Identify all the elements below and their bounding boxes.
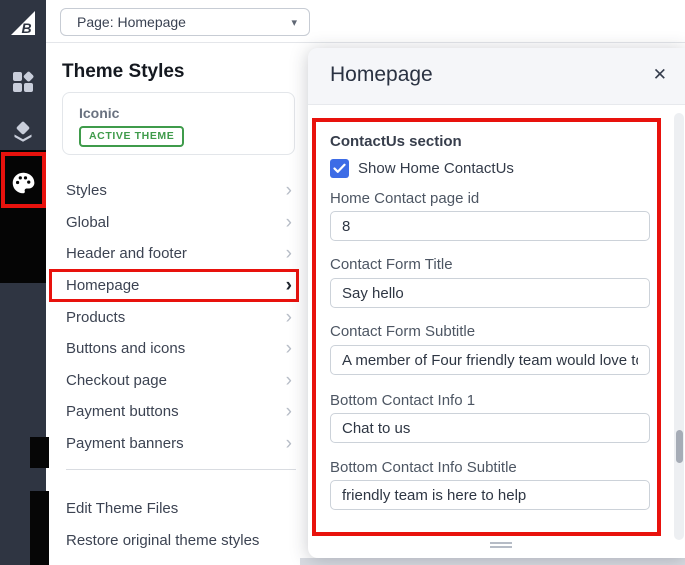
svg-text:B: B [21, 20, 31, 36]
chevron-right-icon: › [286, 402, 298, 421]
app-sidebar: B [0, 0, 46, 565]
field-label-bottom-contact-info-subtitle: Bottom Contact Info Subtitle [330, 459, 517, 476]
menu-item-payment-buttons[interactable]: Payment buttons› [66, 396, 298, 426]
palette-icon[interactable] [10, 170, 36, 196]
theme-name: Iconic [79, 105, 119, 121]
chevron-right-icon: › [286, 339, 298, 358]
background-sliver [30, 437, 49, 468]
page-selector-dropdown[interactable]: Page: Homepage ▾ [60, 8, 310, 36]
menu-item-payment-banners[interactable]: Payment banners› [66, 428, 298, 458]
active-theme-card: Iconic ACTIVE THEME [62, 92, 295, 155]
page-background-strip [300, 558, 685, 565]
field-label-contact-form-subtitle: Contact Form Subtitle [330, 323, 475, 340]
section-heading: ContactUs section [330, 133, 462, 150]
checkbox-label: Show Home ContactUs [358, 160, 514, 177]
chevron-right-icon: › [286, 434, 298, 453]
field-label-bottom-contact-info-1: Bottom Contact Info 1 [330, 392, 475, 409]
topbar: Page: Homepage ▾ [46, 0, 685, 43]
menu-item-buttons-icons[interactable]: Buttons and icons› [66, 333, 298, 363]
theme-editor-screen: B [0, 0, 685, 565]
caret-down-icon: ▾ [291, 16, 297, 29]
chevron-right-icon: › [286, 371, 298, 390]
theme-styles-panel: Theme Styles Iconic ACTIVE THEME Styles›… [46, 43, 310, 565]
layers-icon[interactable] [11, 120, 35, 144]
field-label-home-contact-page-id: Home Contact page id [330, 190, 479, 207]
scrollbar-thumb[interactable] [676, 430, 683, 463]
chevron-right-icon: › [286, 308, 298, 327]
homepage-settings-panel: Homepage ✕ ContactUs section Show Home C… [308, 48, 685, 558]
chevron-right-icon: › [286, 276, 298, 295]
bottom-contact-info-1-input[interactable] [330, 413, 650, 443]
contact-form-title-input[interactable] [330, 278, 650, 308]
field-label-contact-form-title: Contact Form Title [330, 256, 453, 273]
divider [66, 469, 296, 470]
scrollbar-track[interactable] [674, 113, 684, 540]
restore-theme-styles-link[interactable]: Restore original theme styles [66, 532, 259, 549]
panel-title: Homepage [330, 63, 433, 87]
bottom-contact-info-subtitle-input[interactable] [330, 480, 650, 510]
chevron-right-icon: › [286, 213, 298, 232]
edit-theme-files-link[interactable]: Edit Theme Files [66, 500, 178, 517]
menu-item-products[interactable]: Products› [66, 302, 298, 332]
home-contact-page-id-input[interactable] [330, 211, 650, 241]
panel-title: Theme Styles [62, 61, 185, 83]
contact-form-subtitle-input[interactable] [330, 345, 650, 375]
show-home-contactus-checkbox-row[interactable]: Show Home ContactUs [330, 159, 514, 178]
menu-item-checkout-page[interactable]: Checkout page› [66, 365, 298, 395]
menu-item-styles[interactable]: Styles› [66, 175, 298, 205]
dashboard-icon[interactable] [11, 70, 35, 94]
close-icon[interactable]: ✕ [653, 65, 667, 85]
chevron-right-icon: › [286, 244, 298, 263]
checkbox-checked-icon[interactable] [330, 159, 349, 178]
theme-tool-active-background [0, 150, 46, 283]
menu-item-homepage[interactable]: Homepage› [66, 270, 298, 300]
page-selector-value: Page: Homepage [77, 14, 186, 30]
panel-header: Homepage ✕ [308, 48, 685, 105]
menu-item-global[interactable]: Global› [66, 207, 298, 237]
bigcartel-logo-icon[interactable]: B [9, 9, 37, 37]
menu-item-header-footer[interactable]: Header and footer› [66, 238, 298, 268]
resize-handle[interactable] [490, 542, 512, 550]
chevron-right-icon: › [286, 181, 298, 200]
background-sliver [30, 491, 49, 565]
active-theme-badge: ACTIVE THEME [79, 126, 184, 147]
